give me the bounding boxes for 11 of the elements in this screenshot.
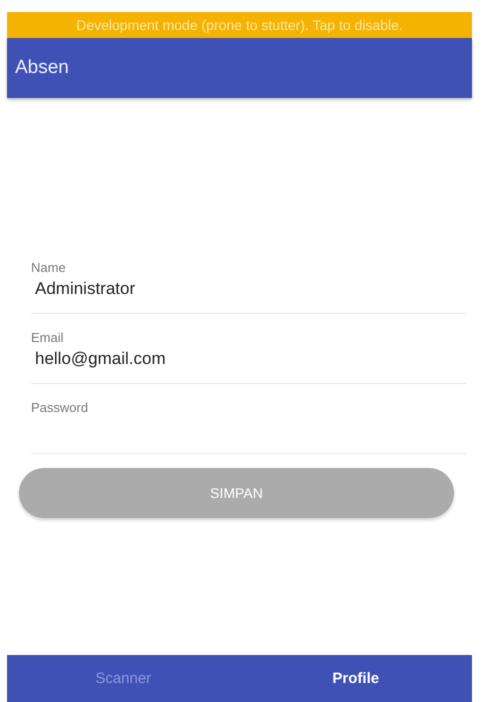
field-label: Email — [31, 330, 64, 345]
input-field[interactable]: Name Administrator — [31, 252, 466, 314]
nav-tab[interactable]: Scanner — [7, 655, 240, 702]
field-label: Name — [31, 260, 66, 275]
field-value: hello@gmail.com — [31, 345, 455, 369]
nav-tab[interactable]: Profile — [240, 655, 472, 702]
app-title: Absen — [15, 57, 69, 79]
field-value: Administrator — [31, 275, 455, 299]
field-label: Password — [31, 400, 88, 415]
input-field[interactable]: Password — [31, 392, 466, 454]
input-field[interactable]: Email hello@gmail.com — [31, 322, 466, 384]
